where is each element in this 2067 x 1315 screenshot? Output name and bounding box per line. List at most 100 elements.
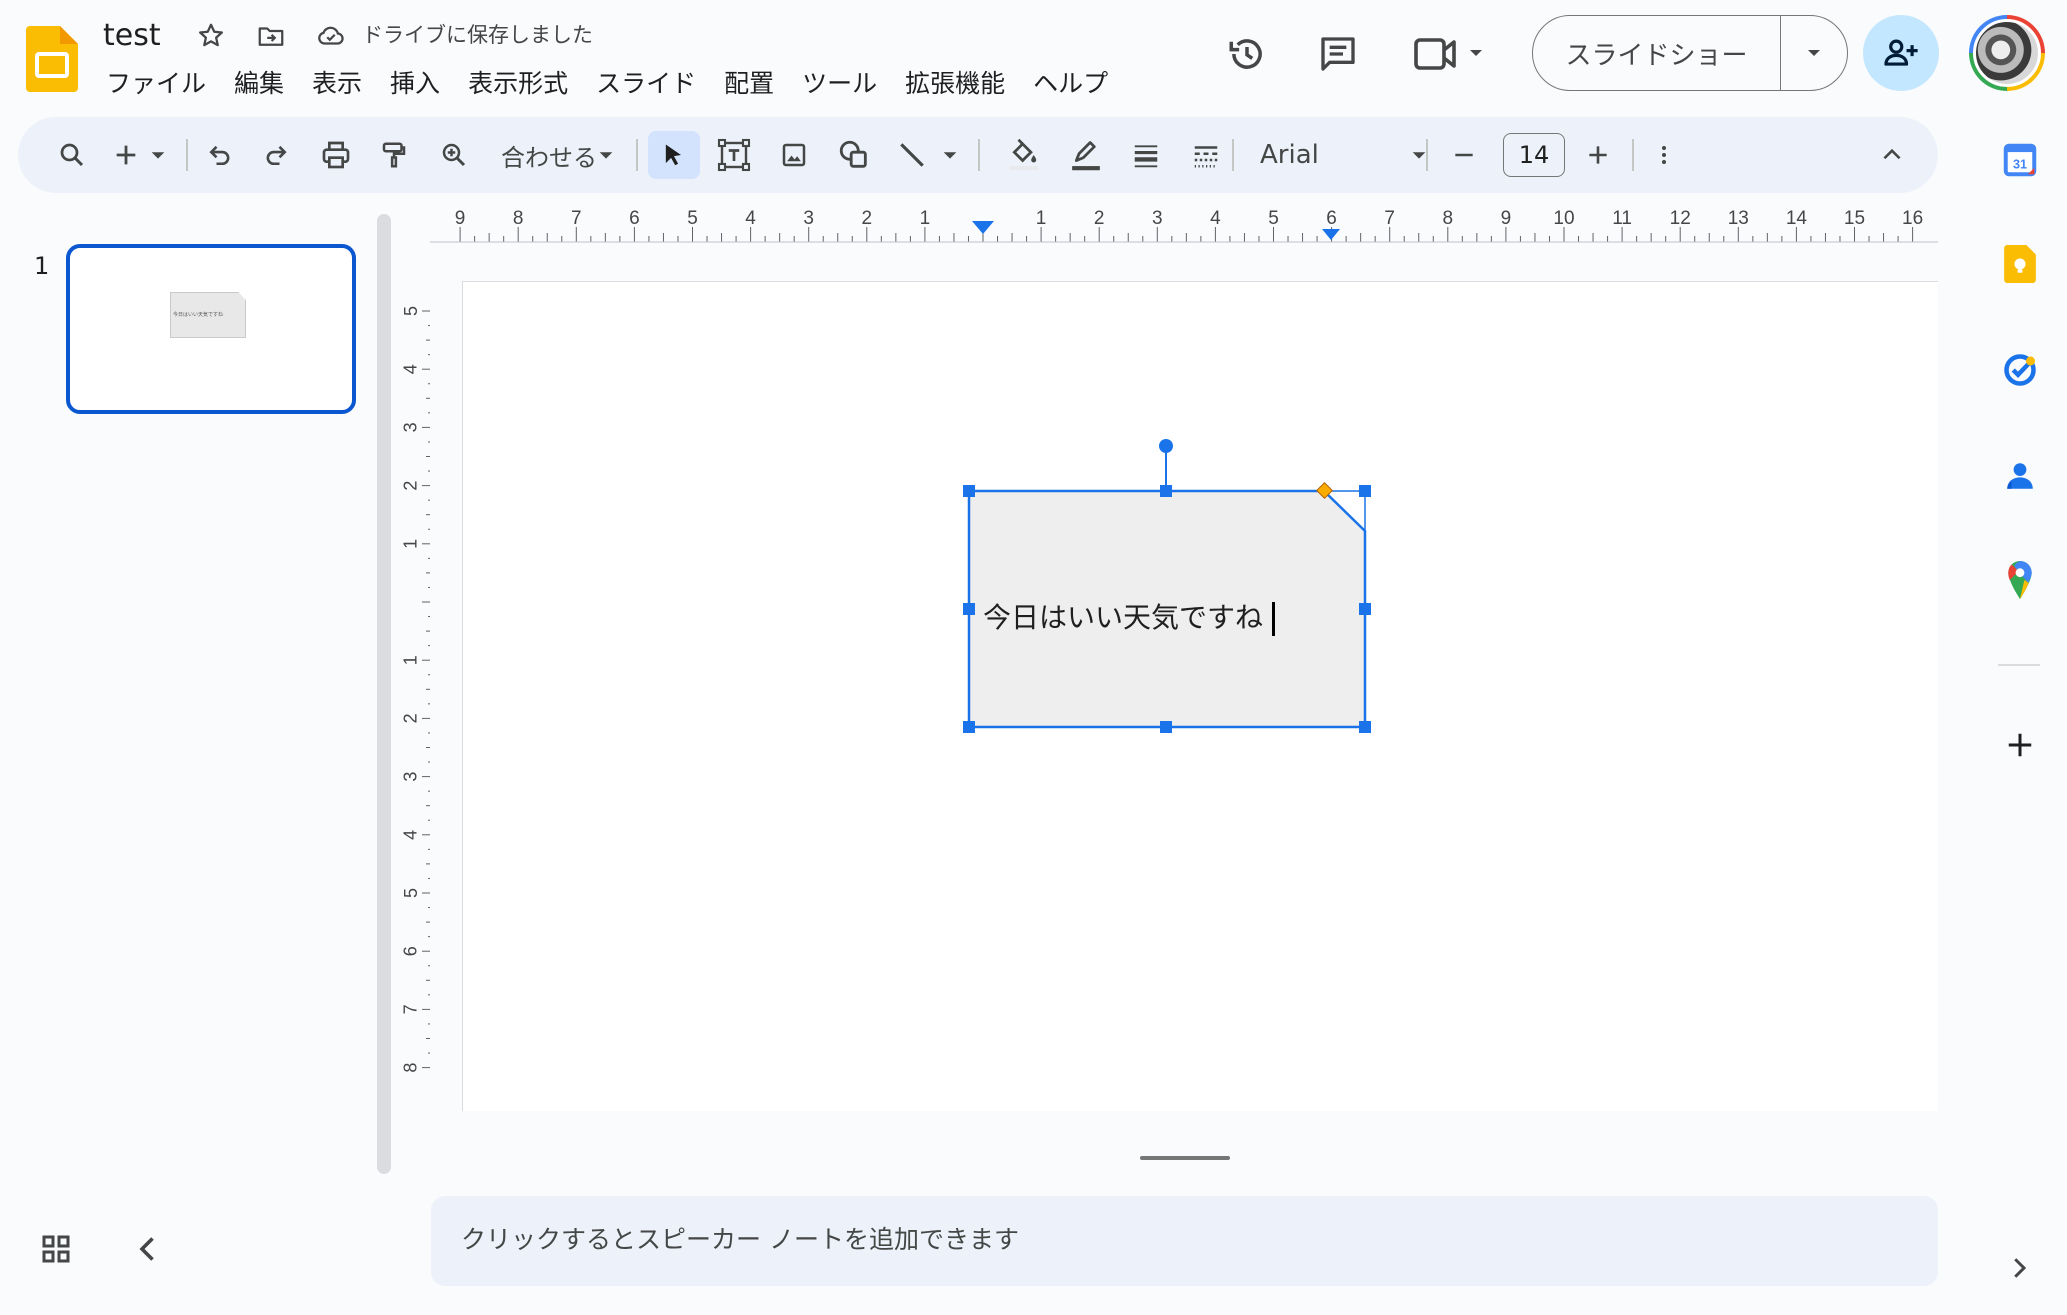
meet-icon[interactable] xyxy=(1412,30,1492,78)
account-avatar[interactable] xyxy=(1969,15,2045,91)
text-cursor xyxy=(1272,602,1275,636)
print-icon[interactable] xyxy=(314,131,358,179)
add-icon[interactable] xyxy=(2000,725,2040,765)
font-size-input[interactable]: 14 xyxy=(1503,133,1565,177)
add-person-icon xyxy=(1884,39,1918,66)
zoom-icon[interactable] xyxy=(432,131,476,179)
increase-font-size-icon[interactable] xyxy=(1576,131,1620,179)
ruler-label: 16 xyxy=(1902,208,1923,229)
border-weight-icon[interactable] xyxy=(1124,131,1168,179)
collapse-filmstrip-icon[interactable] xyxy=(130,1229,166,1269)
move-to-folder-icon[interactable] xyxy=(249,14,293,58)
select-tool-icon[interactable] xyxy=(648,131,700,179)
document-title[interactable]: test xyxy=(103,14,161,58)
vertical-ruler[interactable]: 5 4 3 2 1 1 2 3 4 5 6 7 8 xyxy=(400,282,432,1112)
menu-view[interactable]: 表示 xyxy=(298,62,376,106)
keep-icon[interactable] xyxy=(2000,244,2040,284)
undo-icon[interactable] xyxy=(198,131,242,179)
insert-image-icon[interactable] xyxy=(770,131,818,179)
show-side-panel-icon[interactable] xyxy=(2004,1250,2034,1286)
slideshow-button[interactable]: スライドショー xyxy=(1532,15,1848,91)
ruler-label: 4 xyxy=(401,364,421,374)
ruler-label: 2 xyxy=(1094,208,1105,229)
slideshow-dropdown[interactable] xyxy=(1781,16,1847,90)
fill-color-icon[interactable] xyxy=(1000,131,1048,179)
paint-format-icon[interactable] xyxy=(372,131,416,179)
ruler-label: 9 xyxy=(1501,208,1512,229)
ruler-label: 3 xyxy=(401,422,421,432)
menu-slide[interactable]: スライド xyxy=(582,62,710,106)
font-family-label: Arial xyxy=(1260,140,1319,170)
line-type-dropdown[interactable] xyxy=(936,131,964,179)
collapse-menus-icon[interactable] xyxy=(1870,131,1914,179)
version-history-icon[interactable] xyxy=(1223,30,1271,78)
redo-icon[interactable] xyxy=(254,131,298,179)
maps-icon[interactable] xyxy=(2000,560,2040,600)
share-button[interactable] xyxy=(1863,15,1939,91)
slideshow-label[interactable]: スライドショー xyxy=(1533,16,1781,90)
slide-thumbnail[interactable]: 今日はいい天気ですね xyxy=(66,244,356,414)
ruler-label: 4 xyxy=(401,830,421,840)
ruler-label: 9 xyxy=(455,208,466,229)
menu-bar: ファイル 編集 表示 挿入 表示形式 スライド 配置 ツール 拡張機能 ヘルプ xyxy=(92,62,1122,106)
border-dash-icon[interactable] xyxy=(1184,131,1228,179)
cloud-saved-icon[interactable] xyxy=(309,14,353,58)
new-slide-layout-dropdown[interactable] xyxy=(144,131,172,179)
search-menus-icon[interactable] xyxy=(48,131,96,179)
decrease-font-size-icon[interactable] xyxy=(1442,131,1486,179)
more-options-icon[interactable] xyxy=(1644,131,1684,179)
contacts-icon[interactable] xyxy=(2000,456,2040,496)
menu-format[interactable]: 表示形式 xyxy=(454,62,582,106)
line-icon[interactable] xyxy=(890,131,934,179)
selected-shape[interactable] xyxy=(955,435,1375,735)
ruler-label: 15 xyxy=(1844,208,1865,229)
zoom-select[interactable]: 合わせる xyxy=(492,131,624,179)
ruler-label: 2 xyxy=(401,481,421,491)
grid-view-icon[interactable] xyxy=(38,1231,74,1267)
ruler-label: 7 xyxy=(1384,208,1395,229)
ruler-label: 12 xyxy=(1670,208,1691,229)
shape-icon[interactable] xyxy=(830,131,878,179)
svg-text:31: 31 xyxy=(2013,158,2027,172)
menu-file[interactable]: ファイル xyxy=(92,62,220,106)
calendar-icon[interactable]: 31 xyxy=(2000,140,2040,180)
ruler-label: 3 xyxy=(1152,208,1163,229)
notes-resize-handle[interactable] xyxy=(1140,1156,1230,1160)
speaker-notes-placeholder[interactable]: クリックするとスピーカー ノートを追加できます xyxy=(461,1222,1019,1258)
filmstrip-scrollbar[interactable] xyxy=(377,214,391,1174)
shape-text[interactable]: 今日はいい天気ですね xyxy=(983,598,1263,638)
ruler-label: 8 xyxy=(401,1063,421,1073)
speaker-notes-panel[interactable]: クリックするとスピーカー ノートを追加できます xyxy=(431,1196,1938,1286)
menu-insert[interactable]: 挿入 xyxy=(376,62,454,106)
left-indent-marker xyxy=(972,221,994,234)
ruler-label: 3 xyxy=(401,772,421,782)
ruler-label: 8 xyxy=(513,208,524,229)
ruler-label: 1 xyxy=(401,655,421,665)
ruler-label: 8 xyxy=(1443,208,1454,229)
menu-help[interactable]: ヘルプ xyxy=(1019,62,1122,106)
thumbnail-text: 今日はいい天気ですね xyxy=(173,312,224,318)
horizontal-ruler[interactable]: 9 8 7 6 5 4 3 2 1 1 2 3 4 5 6 7 8 9 10 11 12 13 14 15 16 xyxy=(430,205,1938,245)
ruler-label: 13 xyxy=(1728,208,1749,229)
toolbar: 合わせる Arial 14 xyxy=(18,117,1938,193)
ruler-label: 11 xyxy=(1612,208,1632,229)
new-slide-icon[interactable] xyxy=(108,131,144,179)
ruler-label: 1 xyxy=(920,208,931,229)
ruler-label: 7 xyxy=(401,1004,421,1014)
star-icon[interactable] xyxy=(189,14,233,58)
menu-edit[interactable]: 編集 xyxy=(220,62,298,106)
menu-arrange[interactable]: 配置 xyxy=(710,62,788,106)
ruler-label: 6 xyxy=(401,946,421,956)
menu-tools[interactable]: ツール xyxy=(788,62,891,106)
font-family-select[interactable]: Arial xyxy=(1254,131,1434,179)
menu-extensions[interactable]: 拡張機能 xyxy=(891,62,1019,106)
caret-down-icon xyxy=(1808,50,1820,56)
tasks-icon[interactable] xyxy=(2000,350,2040,390)
slides-logo[interactable] xyxy=(26,26,78,92)
text-box-icon[interactable] xyxy=(710,131,758,179)
ruler-label: 4 xyxy=(745,208,756,229)
ruler-label: 7 xyxy=(571,208,582,229)
border-color-icon[interactable] xyxy=(1062,131,1110,179)
comments-icon[interactable] xyxy=(1314,30,1362,78)
ruler-label: 2 xyxy=(401,713,421,723)
